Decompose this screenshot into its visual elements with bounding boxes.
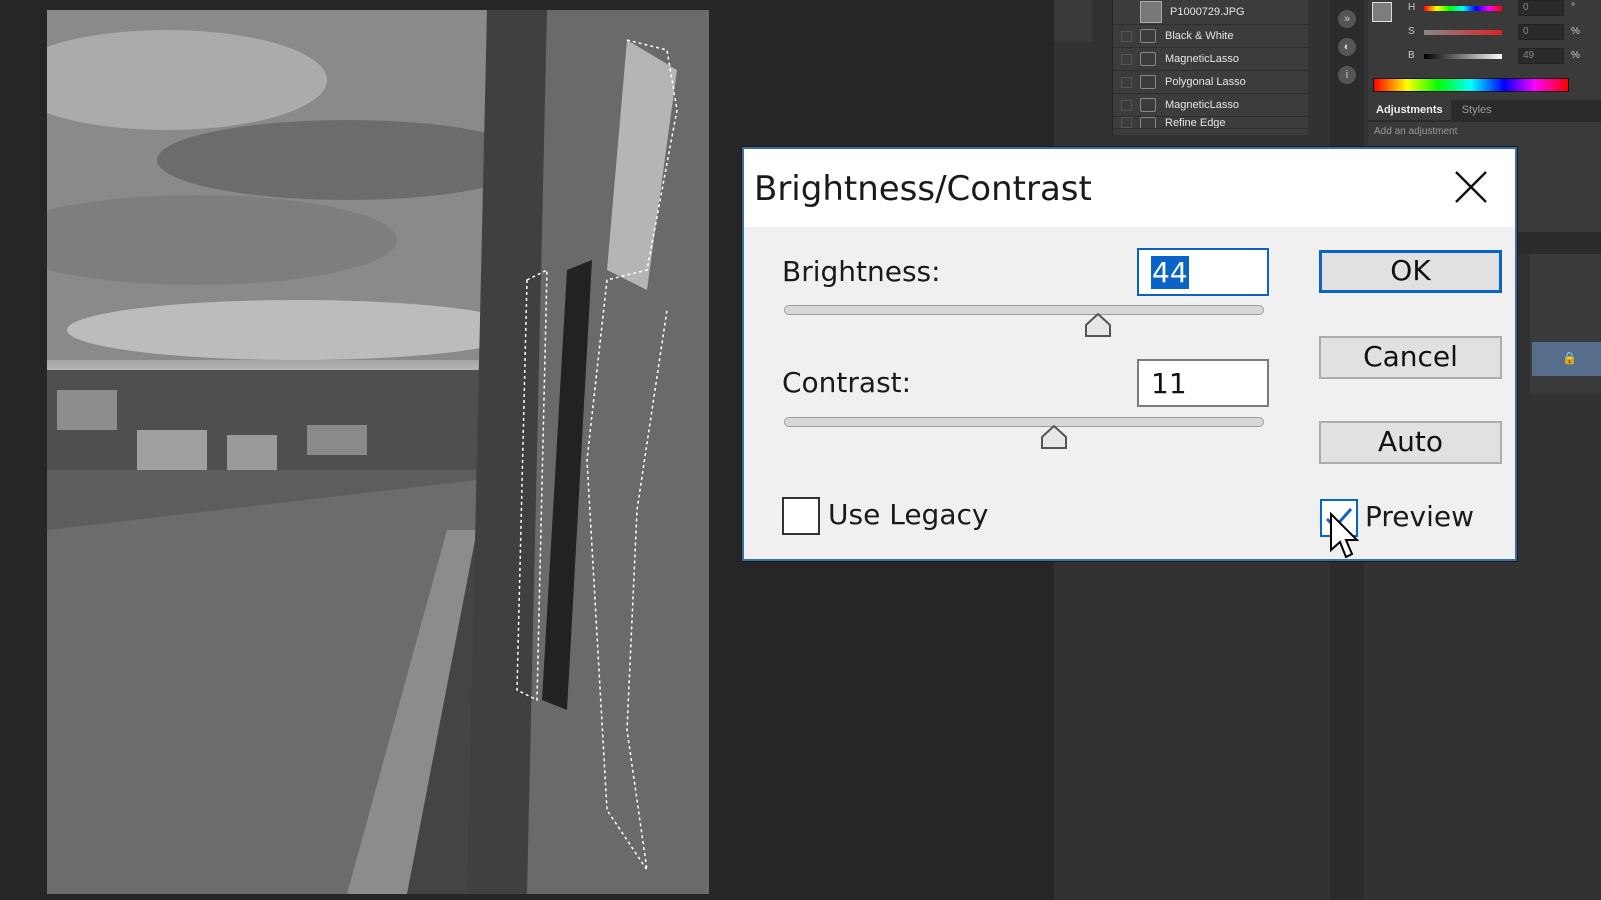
tool-strip bbox=[1054, 0, 1092, 42]
cancel-button[interactable]: Cancel bbox=[1319, 336, 1502, 379]
brightness-label: Brightness: bbox=[782, 255, 941, 288]
brightness-value: 44 bbox=[1151, 256, 1189, 289]
history-item-label: Black & White bbox=[1165, 30, 1234, 42]
mouse-pointer-icon bbox=[1330, 512, 1359, 559]
hue-unit: ° bbox=[1571, 2, 1575, 13]
brightness-contrast-dialog: Brightness/Contrast Brightness: 44 Contr… bbox=[742, 147, 1517, 561]
brightness-row: B 49 % bbox=[1408, 48, 1598, 66]
preview-label: Preview bbox=[1365, 500, 1474, 533]
ok-button[interactable]: OK bbox=[1319, 250, 1502, 293]
history-item-label: MagneticLasso bbox=[1165, 99, 1239, 111]
history-item[interactable]: MagneticLasso bbox=[1113, 48, 1308, 71]
tab-styles[interactable]: Styles bbox=[1454, 100, 1500, 120]
brightness-slider-thumb[interactable] bbox=[1084, 312, 1112, 338]
brightness-color-unit: % bbox=[1571, 50, 1580, 61]
brightness-color-slider[interactable] bbox=[1424, 54, 1502, 59]
saturation-row: S 0 % bbox=[1408, 24, 1598, 42]
contrast-slider-track[interactable] bbox=[784, 417, 1264, 427]
document-icon bbox=[1140, 29, 1156, 43]
expand-icon[interactable]: » bbox=[1338, 10, 1356, 28]
saturation-value[interactable]: 0 bbox=[1518, 24, 1564, 40]
history-checkbox[interactable] bbox=[1121, 117, 1132, 128]
history-checkbox[interactable] bbox=[1121, 99, 1132, 111]
history-panel: P1000729.JPG Black & White MagneticLasso… bbox=[1112, 0, 1308, 135]
info-icon[interactable]: i bbox=[1338, 66, 1356, 84]
adjustments-hint: Add an adjustment bbox=[1374, 126, 1458, 137]
lasso-icon bbox=[1140, 75, 1156, 89]
history-item[interactable]: Black & White bbox=[1113, 25, 1308, 48]
history-checkbox[interactable] bbox=[1121, 76, 1132, 88]
document-icon bbox=[1140, 117, 1156, 128]
history-item[interactable]: Refine Edge bbox=[1113, 117, 1308, 129]
saturation-unit: % bbox=[1571, 26, 1580, 37]
brightness-color-value[interactable]: 49 bbox=[1518, 48, 1564, 64]
contrast-value: 11 bbox=[1151, 367, 1187, 400]
history-snapshot[interactable]: P1000729.JPG bbox=[1113, 0, 1308, 25]
hue-row: H 0 ° bbox=[1408, 0, 1598, 18]
hue-value[interactable]: 0 bbox=[1518, 0, 1564, 16]
color-spectrum[interactable] bbox=[1373, 78, 1569, 92]
lasso-icon bbox=[1140, 52, 1156, 66]
auto-button[interactable]: Auto bbox=[1319, 421, 1502, 464]
hue-slider[interactable] bbox=[1424, 6, 1502, 11]
color-panel: H 0 ° S 0 % B 49 % bbox=[1368, 0, 1601, 100]
snapshot-name: P1000729.JPG bbox=[1170, 6, 1245, 18]
document-canvas[interactable] bbox=[47, 10, 709, 894]
lock-icon: 🔒 bbox=[1562, 351, 1577, 365]
hue-label: H bbox=[1408, 2, 1416, 13]
snapshot-thumbnail bbox=[1140, 1, 1162, 23]
close-icon bbox=[1455, 171, 1487, 203]
photo-image bbox=[47, 10, 709, 894]
history-item-label: Polygonal Lasso bbox=[1165, 76, 1246, 88]
history-checkbox[interactable] bbox=[1121, 30, 1132, 42]
adjustments-tabs: Adjustments Styles bbox=[1368, 100, 1601, 122]
saturation-label: S bbox=[1408, 26, 1415, 37]
use-legacy-label: Use Legacy bbox=[828, 498, 989, 531]
history-item-label: Refine Edge bbox=[1165, 117, 1226, 129]
history-brush-icon bbox=[1121, 7, 1132, 18]
use-legacy-checkbox[interactable] bbox=[782, 497, 820, 535]
history-checkbox[interactable] bbox=[1121, 53, 1132, 65]
tab-adjustments[interactable]: Adjustments bbox=[1368, 100, 1451, 120]
history-item[interactable]: Polygonal Lasso bbox=[1113, 71, 1308, 94]
brightness-slider-track[interactable] bbox=[784, 305, 1264, 315]
contrast-label: Contrast: bbox=[782, 366, 912, 399]
contrast-slider-thumb[interactable] bbox=[1040, 424, 1068, 450]
selected-layer[interactable]: 🔒 bbox=[1532, 342, 1601, 376]
brightness-input[interactable]: 44 bbox=[1137, 248, 1269, 296]
close-button[interactable] bbox=[1453, 169, 1489, 205]
foreground-color-swatch[interactable] bbox=[1372, 2, 1392, 22]
brightness-color-label: B bbox=[1408, 50, 1415, 61]
contrast-input[interactable]: 11 bbox=[1137, 359, 1269, 407]
lasso-icon bbox=[1140, 98, 1156, 112]
history-item-label: MagneticLasso bbox=[1165, 53, 1239, 65]
adjust-icon[interactable]: ◐ bbox=[1338, 38, 1356, 56]
dialog-title: Brightness/Contrast bbox=[754, 169, 1092, 209]
dialog-titlebar: Brightness/Contrast bbox=[744, 149, 1515, 227]
saturation-slider[interactable] bbox=[1424, 30, 1502, 35]
history-item[interactable]: MagneticLasso bbox=[1113, 94, 1308, 117]
